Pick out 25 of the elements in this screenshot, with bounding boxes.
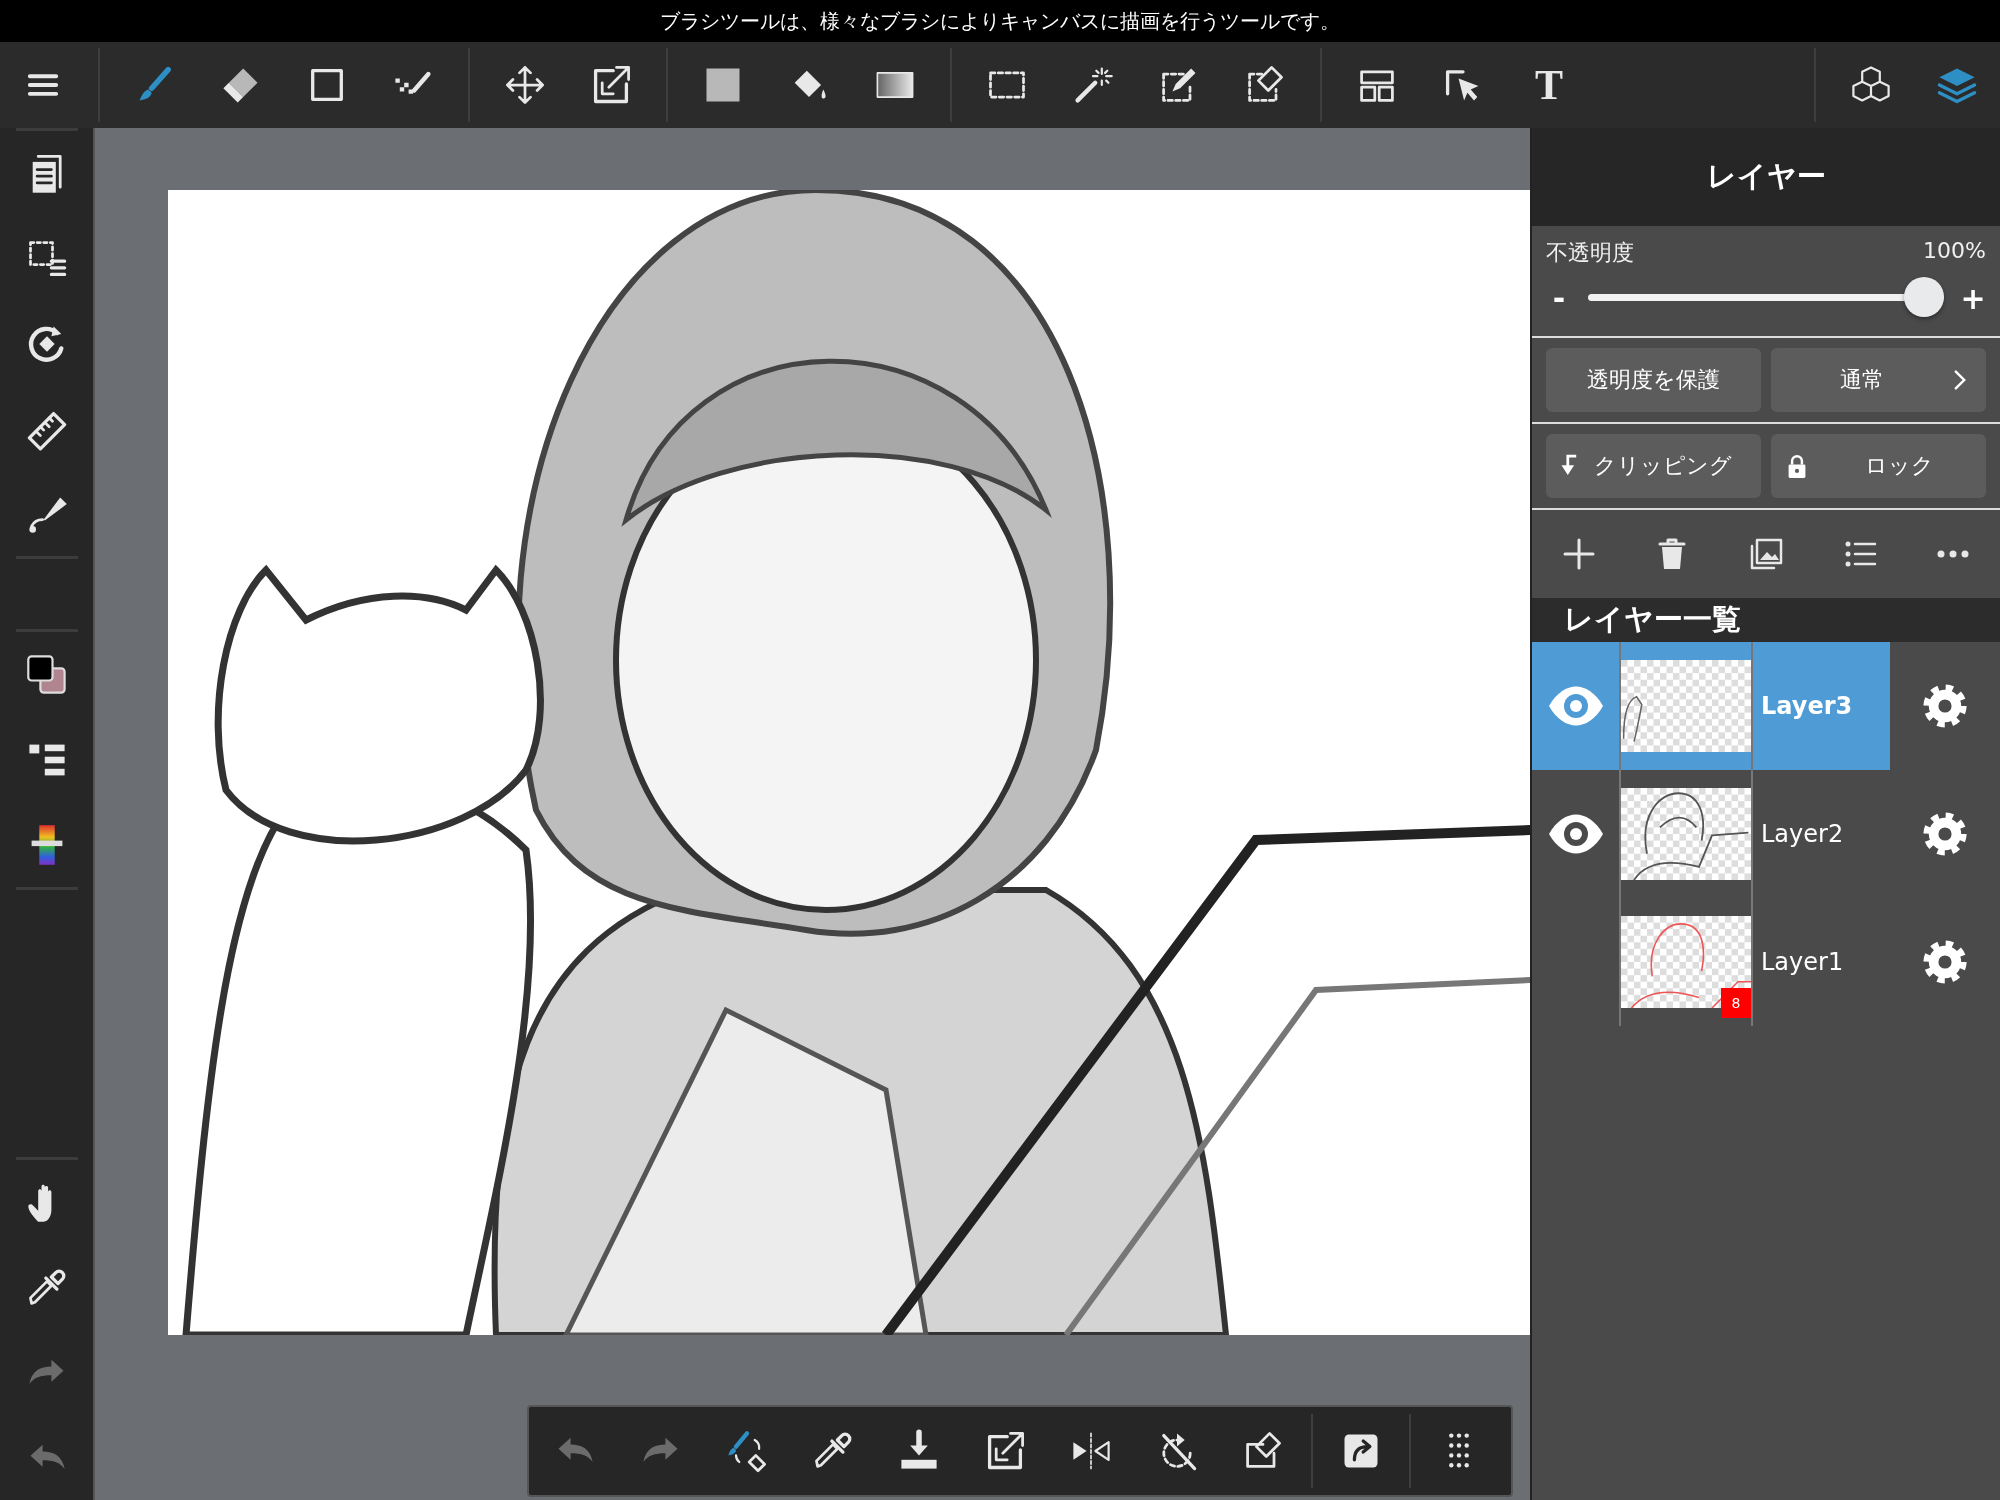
- decrease-button[interactable]: -: [1546, 280, 1572, 316]
- opacity-label: 不透明度: [1546, 239, 1634, 267]
- clipping-button[interactable]: クリッピング: [1546, 434, 1761, 498]
- layer-badge: 8: [1721, 988, 1751, 1018]
- opacity-slider[interactable]: [1588, 277, 1944, 319]
- move-icon[interactable]: [503, 63, 547, 107]
- lock-button[interactable]: ロック: [1771, 434, 1986, 498]
- layer-row[interactable]: Layer2: [1532, 770, 1890, 898]
- slider-thumb[interactable]: [1904, 277, 1944, 317]
- layer-name: Layer3: [1760, 691, 1854, 722]
- layer-list-title: レイヤー一覧: [1532, 598, 2000, 642]
- color-swatches-icon[interactable]: [24, 652, 69, 697]
- settings-icon[interactable]: [1921, 938, 1969, 986]
- opacity-value: 100%: [1923, 238, 1986, 265]
- settings-icon[interactable]: [1921, 682, 1969, 730]
- settings-icon[interactable]: [1921, 810, 1969, 858]
- layer-name: Layer1: [1760, 947, 1845, 978]
- panel-title: レイヤー: [1532, 128, 2000, 226]
- layer-name: Layer2: [1760, 819, 1845, 850]
- text-tool[interactable]: T: [1535, 64, 1563, 106]
- layer-row[interactable]: 8 Layer1: [1532, 898, 1890, 1026]
- protect-alpha-button[interactable]: 透明度を保護: [1546, 348, 1761, 412]
- hint-text: ブラシツールは、様々なブラシによりキャンバスに描画を行うツールです。: [0, 0, 2000, 42]
- blend-mode-button[interactable]: 通常: [1771, 348, 1986, 412]
- increase-button[interactable]: +: [1960, 280, 1986, 316]
